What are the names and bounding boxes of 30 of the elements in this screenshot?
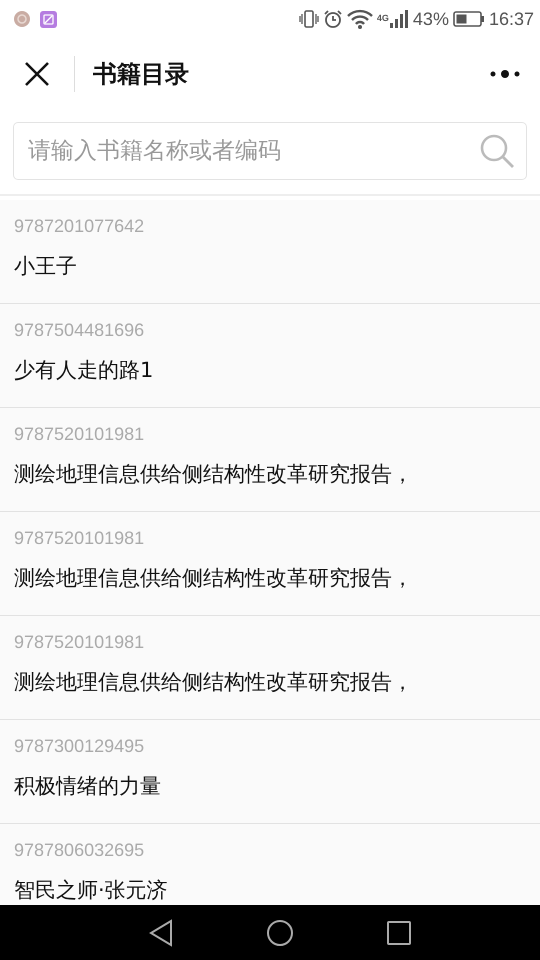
book-code: 9787201077642: [14, 216, 146, 237]
home-icon[interactable]: [266, 918, 294, 946]
book-title: 测绘地理信息供给侧结构性改革研究报告，: [14, 461, 414, 488]
page-title: 书籍目录: [93, 59, 190, 90]
back-icon[interactable]: [148, 918, 174, 946]
book-title: 测绘地理信息供给侧结构性改革研究报告，: [14, 565, 414, 592]
book-code: 9787520101981: [14, 424, 146, 445]
book-title: 积极情绪的力量: [14, 773, 162, 800]
status-time: 16:37: [488, 8, 534, 30]
app-icon: [14, 11, 30, 27]
book-title: 智民之师·张元济: [14, 877, 169, 904]
more-button[interactable]: [488, 67, 522, 81]
book-title: 测绘地理信息供给侧结构性改革研究报告，: [14, 669, 414, 696]
search-field[interactable]: 请输入书籍名称或者编码: [13, 122, 527, 180]
signal-icon: [388, 9, 409, 29]
wifi-icon: [346, 9, 373, 29]
book-code: 9787806032695: [14, 840, 146, 861]
book-title: 小王子: [14, 253, 78, 280]
gallery-icon: [40, 10, 57, 28]
book-code: 9787520101981: [14, 528, 146, 549]
book-code: 9787300129495: [14, 736, 146, 757]
battery-percent: 43%: [412, 8, 449, 30]
network-type: 4G: [376, 12, 389, 22]
battery-icon: [452, 10, 485, 28]
alarm-icon: [322, 9, 343, 29]
book-title: 少有人走的路1: [14, 357, 154, 384]
vibrate-icon: [298, 9, 319, 29]
book-code: 9787520101981: [14, 632, 146, 653]
book-code: 9787504481696: [14, 320, 146, 341]
recents-icon[interactable]: [386, 920, 412, 946]
